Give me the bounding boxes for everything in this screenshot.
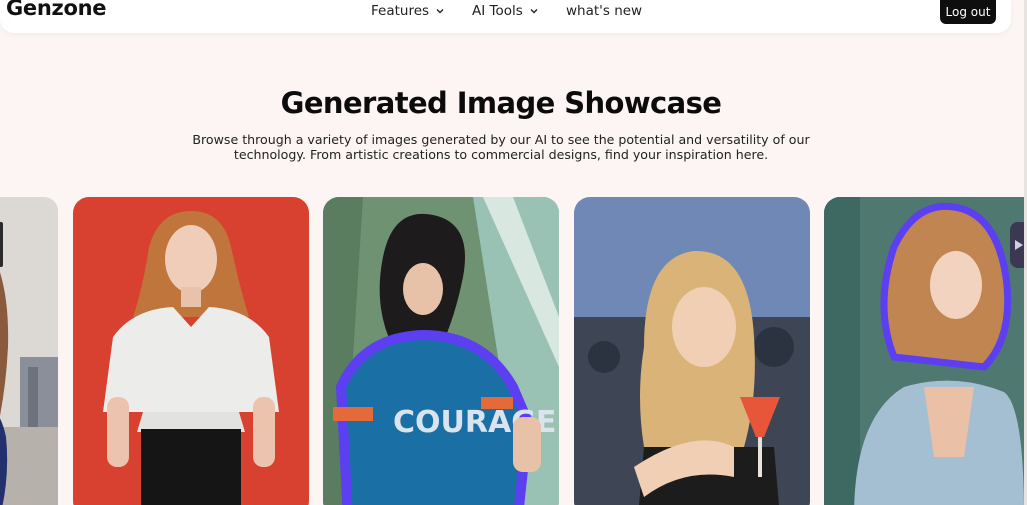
portrait-image — [0, 197, 58, 505]
gallery-card[interactable] — [824, 197, 1024, 505]
logo[interactable]: Genzone — [6, 0, 106, 20]
nav-features-label: Features — [371, 3, 430, 19]
portrait-image — [824, 197, 1024, 505]
gallery-card[interactable] — [574, 197, 810, 505]
nav-whats-new-label: what's new — [566, 3, 643, 19]
gallery-card[interactable] — [0, 197, 58, 505]
top-navbar: Genzone Features AI Tools what's new Log… — [0, 0, 1011, 33]
nav-features[interactable]: Features — [371, 0, 445, 22]
chevron-down-icon — [530, 9, 538, 14]
page-description: Browse through a variety of images gener… — [192, 132, 810, 162]
nav-ai-tools-label: AI Tools — [472, 3, 523, 19]
play-arrow-icon — [1014, 240, 1023, 250]
portrait-image: COURAGE — [323, 197, 559, 505]
gallery-card[interactable] — [73, 197, 309, 505]
portrait-image — [574, 197, 810, 505]
gallery-card[interactable]: COURAGE — [323, 197, 559, 505]
carousel-prev-handle[interactable] — [0, 222, 3, 267]
nav-whats-new[interactable]: what's new — [566, 0, 642, 22]
chevron-down-icon — [436, 9, 444, 14]
logout-button[interactable]: Log out — [940, 0, 996, 24]
portrait-image — [73, 197, 309, 505]
page-title: Generated Image Showcase — [280, 86, 722, 120]
nav-ai-tools[interactable]: AI Tools — [472, 0, 539, 22]
